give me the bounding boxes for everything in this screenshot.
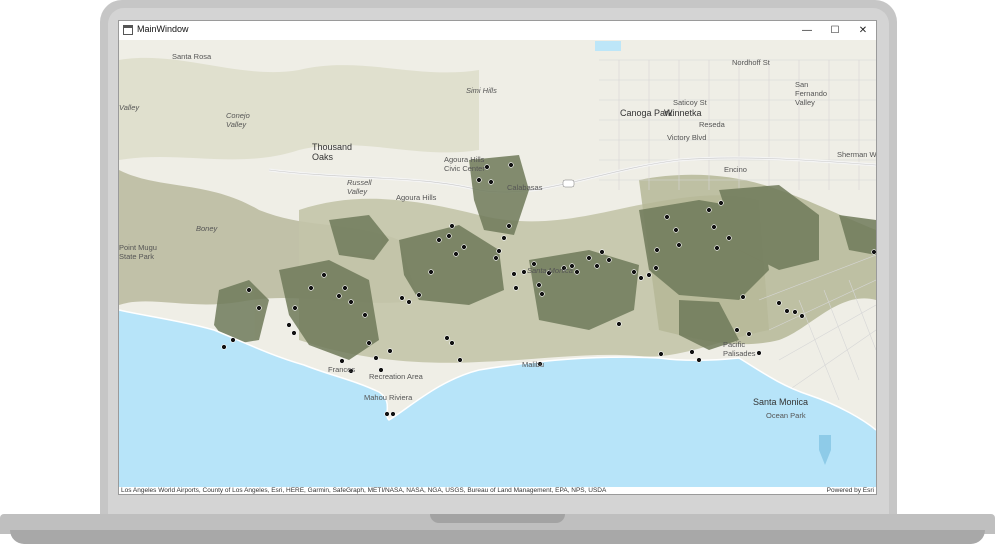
- reservoir: [595, 41, 621, 51]
- app-icon: [123, 25, 133, 35]
- minimize-button[interactable]: —: [793, 21, 821, 40]
- label-malibu: Malibu: [522, 360, 545, 369]
- label-conejo-valley: Conejo Valley: [226, 111, 250, 129]
- label-reseda: Reseda: [699, 120, 725, 129]
- label-san-fernando-valley: San Fernando Valley: [795, 80, 828, 107]
- map-attribution: Los Angeles World Airports, County of Lo…: [119, 487, 876, 494]
- label-ocean-park: Ocean Park: [766, 411, 806, 420]
- label-victory-blvd: Victory Blvd: [667, 133, 707, 142]
- laptop-base-front: [10, 530, 985, 544]
- label-agoura-hills: Agoura Hills: [396, 193, 437, 202]
- label-pacific-palisades: Pacific Palisades: [723, 340, 756, 358]
- route-101-shield: [562, 179, 575, 188]
- label-calabasas: Calabasas: [507, 183, 543, 192]
- label-recreation-area: Recreation Area: [369, 372, 423, 381]
- label-boney: Boney: [196, 224, 218, 233]
- label-winnetka: Winnetka: [664, 108, 702, 118]
- powered-by-esri[interactable]: Powered by Esri: [827, 487, 874, 494]
- label-agoura-hills-civic: Agoura Hills Civic Center: [444, 155, 485, 173]
- close-button[interactable]: ✕: [849, 21, 876, 40]
- minimize-icon: —: [802, 25, 812, 36]
- label-northoff: Nordhoff St: [732, 58, 770, 67]
- label-frances: Frances: [328, 365, 356, 374]
- label-sherman: Sherman Way: [837, 150, 876, 159]
- maximize-icon: ☐: [830, 25, 840, 36]
- attribution-sources: Los Angeles World Airports, County of Lo…: [121, 487, 607, 494]
- main-window: MainWindow — ☐ ✕ Thousand Oaks Simi Hill…: [118, 20, 877, 495]
- label-mahou-riviera: Mahou Riviera: [364, 393, 413, 402]
- window-title: MainWindow: [137, 24, 189, 34]
- label-santa-monica-mtns: Santa Monica: [527, 266, 573, 275]
- label-saticoy: Saticoy St: [673, 98, 707, 107]
- label-santa-monica: Santa Monica: [753, 397, 809, 407]
- label-valley: Valley: [119, 103, 140, 112]
- hills-north: [119, 57, 479, 160]
- label-thousand-oaks: Thousand Oaks: [312, 142, 353, 162]
- close-icon: ✕: [858, 25, 868, 36]
- label-santa-rosa: Santa Rosa: [172, 52, 212, 61]
- maximize-button[interactable]: ☐: [821, 21, 849, 40]
- label-russell-valley: Russell Valley: [347, 178, 372, 196]
- label-simi-hills: Simi Hills: [466, 86, 497, 95]
- label-encino: Encino: [724, 165, 747, 174]
- title-bar[interactable]: MainWindow — ☐ ✕: [119, 21, 876, 40]
- map-view[interactable]: Thousand Oaks Simi Hills Conejo Valley Rus…: [119, 40, 876, 487]
- label-point-mugu: Point Mugu State Park: [119, 243, 157, 261]
- laptop-notch: [430, 514, 565, 523]
- map-canvas[interactable]: [119, 40, 876, 487]
